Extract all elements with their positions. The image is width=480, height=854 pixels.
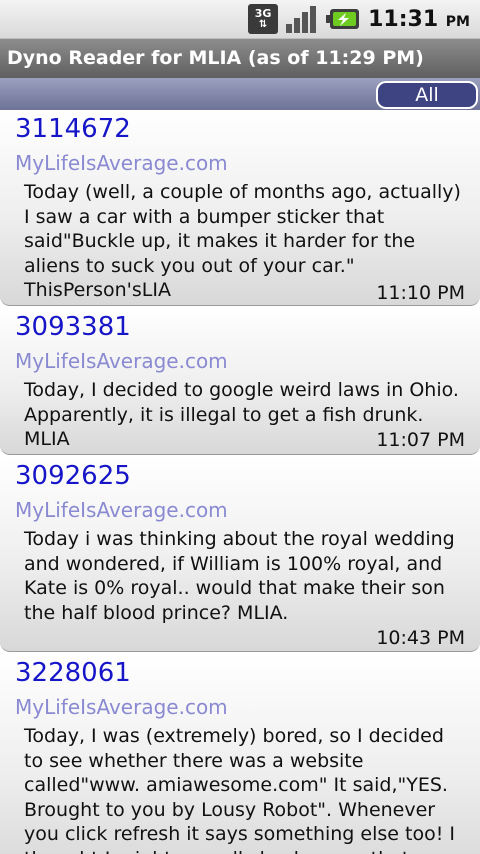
post-source-link[interactable]: MyLifeIsAverage.com [15, 151, 228, 175]
3g-data-icon: 3G ⇅ [248, 4, 279, 34]
filter-bar: All [0, 78, 480, 110]
post-time: 11:10 PM [376, 282, 465, 304]
post-source-link[interactable]: MyLifeIsAverage.com [15, 498, 228, 522]
filter-all-button[interactable]: All [376, 81, 478, 109]
list-item[interactable]: 3093381 MyLifeIsAverage.com Today, I dec… [0, 308, 480, 455]
clock-time: 11:31 [368, 6, 439, 32]
app-title: Dyno Reader for MLIA (as of 11:29 PM) [7, 47, 424, 69]
post-time: 10:43 PM [376, 627, 465, 649]
post-id: 3114672 [15, 114, 131, 144]
list-item[interactable]: 3228061 MyLifeIsAverage.com Today, I was… [0, 654, 480, 854]
post-text: Today, I was (extremely) bored, so I dec… [24, 725, 455, 854]
post-source-link[interactable]: MyLifeIsAverage.com [15, 349, 228, 373]
clock: 11:31 PM [368, 7, 470, 32]
status-icons: 3G ⇅ 11:31 PM [248, 0, 480, 38]
post-id: 3093381 [15, 312, 131, 342]
list-item[interactable]: 3114672 MyLifeIsAverage.com Today (well,… [0, 110, 480, 306]
signal-bars-icon [286, 6, 317, 33]
post-source-link[interactable]: MyLifeIsAverage.com [15, 695, 228, 719]
post-id: 3228061 [15, 658, 131, 688]
network-type-label: 3G [254, 7, 272, 20]
post-list[interactable]: 3114672 MyLifeIsAverage.com Today (well,… [0, 110, 480, 854]
battery-charging-icon [326, 9, 360, 29]
app-title-bar: Dyno Reader for MLIA (as of 11:29 PM) [0, 39, 480, 78]
clock-ampm: PM [445, 13, 470, 30]
post-id: 3092625 [15, 461, 131, 491]
status-bar: 3G ⇅ 11:31 PM [0, 0, 480, 39]
post-time: 11:07 PM [376, 429, 465, 451]
list-item[interactable]: 3092625 MyLifeIsAverage.com Today i was … [0, 457, 480, 652]
post-text: Today i was thinking about the royal wed… [24, 528, 455, 624]
